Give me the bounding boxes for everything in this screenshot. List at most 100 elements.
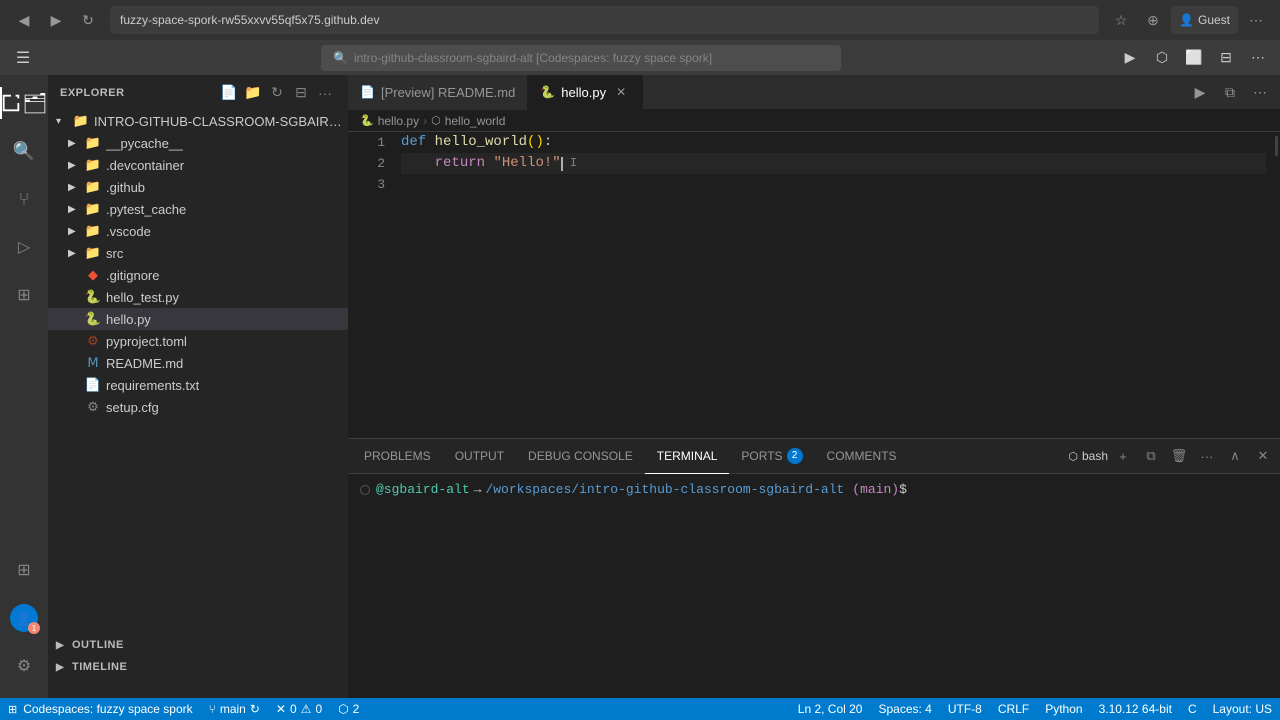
back-button[interactable]: ◀: [10, 6, 38, 34]
git-branch-status[interactable]: ⑂ main ↻: [201, 698, 268, 720]
breadcrumb-symbol[interactable]: ⬡ hello_world: [431, 114, 505, 128]
refresh-explorer-button[interactable]: ↻: [266, 82, 288, 104]
layout-label: Layout: US: [1213, 702, 1272, 716]
ports-status[interactable]: ⬡ 2: [330, 698, 367, 720]
panel-tab-debug-console[interactable]: DEBUG CONSOLE: [516, 439, 645, 474]
new-folder-button[interactable]: 📁: [242, 82, 264, 104]
sidebar-item-source-control[interactable]: ⑂: [0, 175, 48, 223]
indent-status[interactable]: C: [1180, 698, 1205, 720]
folder-pytest-cache[interactable]: ▶ 📁 .pytest_cache: [48, 198, 348, 220]
command-palette-input[interactable]: 🔍 intro-github-classroom-sgbaird-alt [Co…: [321, 45, 841, 71]
settings-button[interactable]: ⚙: [0, 642, 48, 690]
sidebar-bottom: ▶ OUTLINE ▶ TIMELINE: [48, 634, 348, 698]
line-ending-status[interactable]: CRLF: [990, 698, 1037, 720]
panel-tab-ports[interactable]: PORTS 2: [729, 439, 814, 474]
cursor-position-status[interactable]: Ln 2, Col 20: [790, 698, 871, 720]
sidebar-item-explorer[interactable]: 🗂: [0, 79, 48, 127]
terminal-content[interactable]: @sgbaird-alt → /workspaces/intro-github-…: [348, 474, 1280, 698]
toggle-panel-button[interactable]: ⬜: [1180, 44, 1208, 72]
split-editor-button[interactable]: ⧉: [1216, 78, 1244, 106]
code-editor[interactable]: 1 2 3 def hello_world(): return "Hello!"…: [348, 132, 1280, 438]
tab-hello-py[interactable]: 🐍 hello.py ✕: [528, 75, 643, 110]
folder-github[interactable]: ▶ 📁 .github: [48, 176, 348, 198]
file-pyproject-toml[interactable]: ▶ ⚙ pyproject.toml: [48, 330, 348, 352]
sidebar-item-extensions[interactable]: ⊞: [0, 271, 48, 319]
tabs-right-actions: ▶ ⧉ ⋯: [1186, 78, 1280, 106]
folder-name: .devcontainer: [106, 158, 184, 173]
close-panel-button[interactable]: ✕: [1250, 443, 1276, 469]
run-button[interactable]: ▶: [1186, 78, 1214, 106]
panel-tab-comments[interactable]: COMMENTS: [815, 439, 909, 474]
panel-tab-terminal[interactable]: TERMINAL: [645, 439, 730, 474]
editor-more-button[interactable]: ⋯: [1246, 78, 1274, 106]
python-icon: 🐍: [84, 288, 102, 306]
file-hello-py[interactable]: ▶ 🐍 hello.py: [48, 308, 348, 330]
accounts-button[interactable]: 👤 1: [0, 594, 48, 642]
status-bar-left: ⊞ Codespaces: fuzzy space spork ⑂ main ↻…: [0, 698, 367, 720]
address-bar[interactable]: fuzzy-space-spork-rw55xxvv55qf5x75.githu…: [110, 6, 1099, 34]
language-status[interactable]: Python: [1037, 698, 1090, 720]
file-gitignore[interactable]: ▶ ◆ .gitignore: [48, 264, 348, 286]
bookmark-button[interactable]: ☆: [1107, 6, 1135, 34]
python-version-status[interactable]: 3.10.12 64-bit: [1091, 698, 1180, 720]
kill-terminal-button[interactable]: 🗑: [1166, 443, 1192, 469]
toggle-secondary-sidebar-button[interactable]: ⬡: [1148, 44, 1176, 72]
sidebar-item-search[interactable]: 🔍: [0, 127, 48, 175]
folder-devcontainer[interactable]: ▶ 📁 .devcontainer: [48, 154, 348, 176]
new-file-button[interactable]: 📄: [218, 82, 240, 104]
folder-src[interactable]: ▶ 📁 src: [48, 242, 348, 264]
refresh-button[interactable]: ↻: [74, 6, 102, 34]
file-readme[interactable]: ▶ Ⅿ README.md: [48, 352, 348, 374]
terminal-user: @sgbaird-alt: [376, 480, 470, 501]
breadcrumb-file[interactable]: 🐍 hello.py: [360, 114, 419, 128]
timeline-section[interactable]: ▶ TIMELINE: [48, 656, 348, 678]
outline-section[interactable]: ▶ OUTLINE: [48, 634, 348, 656]
add-terminal-button[interactable]: +: [1110, 443, 1136, 469]
sidebar-item-run-debug[interactable]: ▷: [0, 223, 48, 271]
spaces-status[interactable]: Spaces: 4: [870, 698, 939, 720]
markdown-icon: Ⅿ: [84, 354, 102, 372]
file-name: setup.cfg: [106, 400, 159, 415]
code-line-1: def hello_world():: [401, 132, 1266, 153]
file-setup-cfg[interactable]: ▶ ⚙ setup.cfg: [48, 396, 348, 418]
panel-actions: ⬡ bash + ⧉ 🗑 ··· ∧ ✕: [1064, 443, 1276, 469]
maximize-panel-button[interactable]: ∧: [1222, 443, 1248, 469]
folder-name: .github: [106, 180, 145, 195]
collapse-folders-button[interactable]: ⊟: [290, 82, 312, 104]
folder-pycache[interactable]: ▶ 📁 __pycache__: [48, 132, 348, 154]
file-requirements[interactable]: ▶ 📄 requirements.txt: [48, 374, 348, 396]
warning-icon: ⚠: [301, 702, 312, 716]
browser-more-button[interactable]: ⋯: [1242, 6, 1270, 34]
folder-icon: 📁: [84, 156, 102, 174]
keyword-def: def: [401, 132, 435, 153]
file-name: pyproject.toml: [106, 334, 187, 349]
tab-close-button[interactable]: ✕: [612, 83, 630, 101]
layout-status[interactable]: Layout: US: [1205, 698, 1280, 720]
sidebar-more-button[interactable]: ···: [314, 82, 336, 104]
panel-more-button[interactable]: ···: [1194, 443, 1220, 469]
code-content[interactable]: def hello_world(): return "Hello!" I: [393, 132, 1266, 438]
split-terminal-button[interactable]: ⧉: [1138, 443, 1164, 469]
folder-vscode[interactable]: ▶ 📁 .vscode: [48, 220, 348, 242]
python-active-icon: 🐍: [84, 310, 102, 328]
sidebar-header: EXPLORER 📄 📁 ↻ ⊟ ···: [48, 75, 348, 110]
panel-tab-problems[interactable]: PROBLEMS: [352, 439, 443, 474]
remote-button[interactable]: ⊞: [0, 546, 48, 594]
codespaces-status[interactable]: ⊞ Codespaces: fuzzy space spork: [0, 698, 201, 720]
browser-profile-button[interactable]: ⊕: [1139, 6, 1167, 34]
customize-layout-button[interactable]: ⊟: [1212, 44, 1240, 72]
panel-tab-output[interactable]: OUTPUT: [443, 439, 516, 474]
encoding-status[interactable]: UTF-8: [940, 698, 990, 720]
forward-button[interactable]: ▶: [42, 6, 70, 34]
guest-button[interactable]: 👤 Guest: [1171, 6, 1238, 34]
root-folder[interactable]: ▾ 📁 INTRO-GITHUB-CLASSROOM-SGBAIRD-ALT […: [48, 110, 348, 132]
hamburger-menu-button[interactable]: ☰: [8, 43, 38, 73]
tab-readme-preview[interactable]: 📄 [Preview] README.md: [348, 75, 528, 110]
title-search-area: 🔍 intro-github-classroom-sgbaird-alt [Co…: [46, 45, 1116, 71]
run-menu-button[interactable]: ▶: [1116, 44, 1144, 72]
folder-icon: 📁: [84, 244, 102, 262]
more-actions-button[interactable]: ⋯: [1244, 44, 1272, 72]
errors-status[interactable]: ✕ 0 ⚠ 0: [268, 698, 330, 720]
code-line-2: return "Hello!" I: [401, 153, 1266, 174]
file-hello-test[interactable]: ▶ 🐍 hello_test.py: [48, 286, 348, 308]
